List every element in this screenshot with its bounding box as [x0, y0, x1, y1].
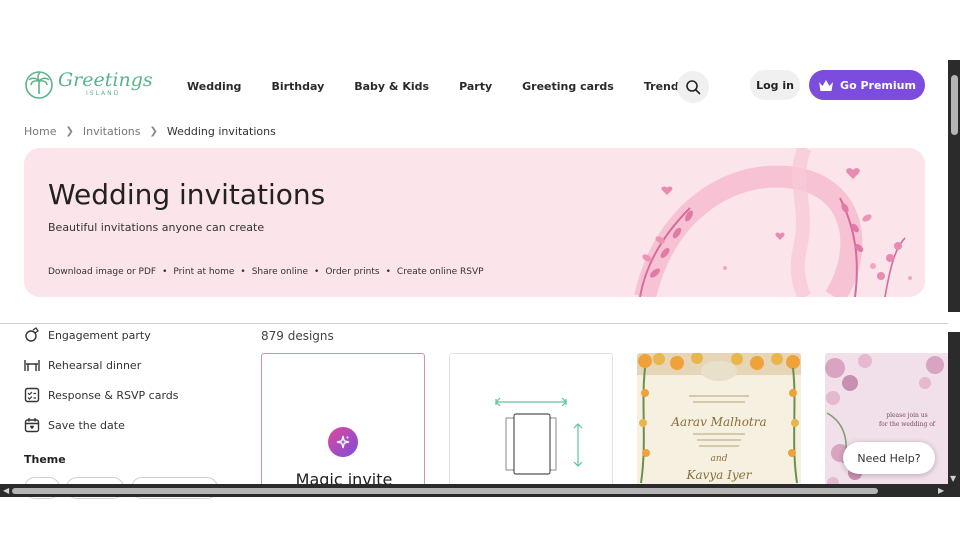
nav-wedding[interactable]: Wedding: [187, 80, 241, 93]
feature-item: Download image or PDF: [48, 267, 157, 277]
feature-item: Share online: [251, 267, 308, 277]
chevron-right-icon: ❯: [149, 126, 158, 137]
invite-line-2: for the wedding of: [879, 421, 936, 428]
invite-name-primary: Aarav Malhotra: [670, 415, 766, 429]
nav-party[interactable]: Party: [459, 80, 492, 93]
page-subtitle: Beautiful invitations anyone can create: [48, 221, 265, 234]
upload-your-own-card[interactable]: [449, 353, 613, 493]
floral-ribbon-illustration: [634, 148, 912, 297]
sidebar-item-engagement-party[interactable]: Engagement party: [24, 327, 151, 343]
nav-greeting-cards[interactable]: Greeting cards: [522, 80, 614, 93]
nav-baby-kids[interactable]: Baby & Kids: [354, 80, 429, 93]
feature-item: Print at home: [173, 267, 235, 277]
design-count: 879 designs: [261, 329, 334, 343]
feature-list: Download image or PDF • Print at home • …: [48, 267, 484, 277]
breadcrumb-home[interactable]: Home: [24, 125, 56, 138]
sidebar-item-rehearsal-dinner[interactable]: Rehearsal dinner: [24, 357, 141, 373]
search-button[interactable]: [677, 71, 709, 103]
need-help-button[interactable]: Need Help?: [843, 442, 935, 474]
login-button[interactable]: Log in: [750, 70, 800, 100]
table-icon: [24, 357, 40, 373]
ring-icon: [24, 327, 40, 343]
page: Greetings ISLAND Wedding Birthday Baby &…: [0, 0, 960, 540]
calendar-icon: [24, 417, 40, 433]
sidebar-item-label: Response & RSVP cards: [48, 388, 179, 402]
main-nav: Wedding Birthday Baby & Kids Party Greet…: [187, 80, 728, 93]
chevron-right-icon: ❯: [65, 126, 74, 137]
invite-name-secondary: Kavya Iyer: [685, 468, 752, 482]
sidebar-item-label: Rehearsal dinner: [48, 358, 142, 372]
feature-separator: •: [162, 267, 168, 277]
palm-logo-icon: [25, 71, 53, 99]
feature-separator: •: [385, 267, 391, 277]
section-divider: [0, 323, 960, 324]
feature-item: Create online RSVP: [396, 267, 484, 277]
magic-invite-card[interactable]: Magic invite: [261, 353, 425, 493]
breadcrumb: Home ❯ Invitations ❯ Wedding invitations: [24, 125, 276, 138]
sidebar-item-save-the-date[interactable]: Save the date: [24, 417, 125, 433]
card-size-icon: [495, 397, 583, 475]
horizontal-scroll-thumb[interactable]: [12, 488, 878, 494]
crown-icon: [819, 79, 834, 91]
sidebar-item-response-rsvp[interactable]: Response & RSVP cards: [24, 387, 179, 403]
theme-heading: Theme: [24, 453, 66, 466]
feature-separator: •: [314, 267, 320, 277]
brand-logo[interactable]: Greetings ISLAND: [24, 68, 153, 100]
breadcrumb-current: Wedding invitations: [166, 125, 276, 138]
go-premium-button[interactable]: Go Premium: [809, 70, 925, 100]
scroll-left-arrow-icon[interactable]: ◀: [3, 486, 9, 495]
invite-ampersand: and: [711, 454, 728, 464]
invitation-thumbnail: Aarav Malhotra and Kavya Iyer: [637, 353, 801, 493]
feature-separator: •: [240, 267, 246, 277]
scroll-right-arrow-icon[interactable]: ▶: [938, 486, 944, 495]
scroll-down-arrow-icon[interactable]: ▼: [950, 474, 956, 483]
search-icon: [686, 80, 701, 95]
scrollbar-gap: [948, 312, 960, 332]
breadcrumb-invitations[interactable]: Invitations: [83, 125, 141, 138]
hero-banner: Wedding invitations Beautiful invitation…: [24, 148, 925, 297]
feature-item: Order prints: [325, 267, 380, 277]
rsvp-icon: [24, 387, 40, 403]
sidebar-item-label: Save the date: [48, 418, 125, 432]
design-card-floral-marigold[interactable]: Aarav Malhotra and Kavya Iyer: [637, 353, 801, 493]
go-premium-label: Go Premium: [840, 78, 916, 92]
sidebar-item-label: Engagement party: [48, 328, 151, 342]
brand-name: Greetings: [58, 69, 153, 91]
brand-sub: ISLAND: [86, 90, 121, 97]
invite-line-1: please join us: [886, 412, 928, 419]
sparkle-icon: [328, 427, 358, 457]
vertical-scroll-thumb[interactable]: [951, 75, 958, 135]
page-title: Wedding invitations: [48, 178, 326, 211]
nav-birthday[interactable]: Birthday: [271, 80, 324, 93]
